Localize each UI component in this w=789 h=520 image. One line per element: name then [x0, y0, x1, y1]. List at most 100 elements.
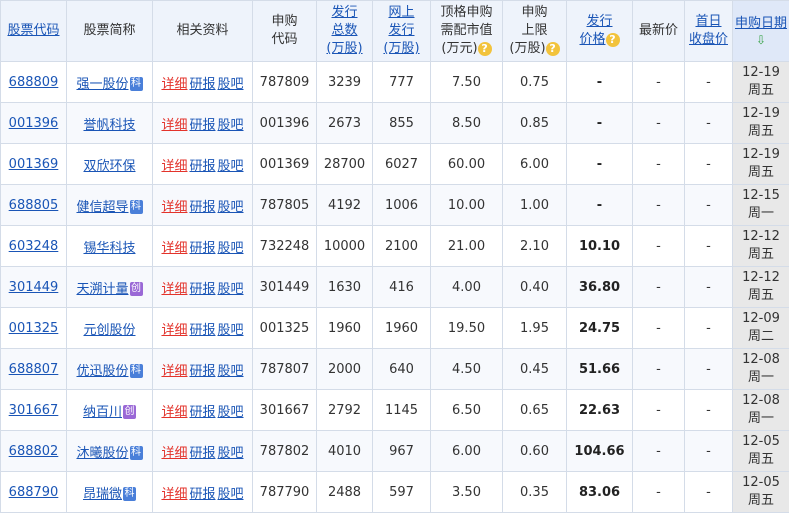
stock-name-cell[interactable]: 纳百川创 [66, 389, 153, 431]
research-report-link[interactable]: 研报 [189, 487, 215, 502]
total-issue-cell: 2673 [316, 102, 373, 144]
latest-price-cell: - [632, 143, 685, 185]
research-report-link[interactable]: 研报 [189, 77, 215, 92]
research-report-link[interactable]: 研报 [189, 118, 215, 133]
stock-code-link[interactable]: 688809 [9, 75, 59, 90]
research-report-link[interactable]: 研报 [189, 446, 215, 461]
detail-link[interactable]: 详细 [161, 159, 187, 174]
stock-code-link[interactable]: 688790 [9, 485, 59, 500]
stock-code-cell[interactable]: 301667 [0, 389, 67, 431]
stock-forum-link[interactable]: 股吧 [218, 200, 244, 215]
research-report-link[interactable]: 研报 [189, 405, 215, 420]
research-report-link[interactable]: 研报 [189, 200, 215, 215]
stock-code-link[interactable]: 301449 [9, 280, 59, 295]
header-first-close[interactable]: 首日 收盘价 [684, 0, 733, 62]
stock-forum-link[interactable]: 股吧 [218, 118, 244, 133]
market-value-cell: 4.00 [430, 266, 503, 308]
stock-name-cell[interactable]: 誉帆科技 [66, 102, 153, 144]
detail-link[interactable]: 详细 [161, 323, 187, 338]
stock-code-link[interactable]: 001369 [9, 157, 59, 172]
stock-code-link[interactable]: 301667 [9, 403, 59, 418]
market-value-cell: 6.50 [430, 389, 503, 431]
stock-name-cell[interactable]: 双欣环保 [66, 143, 153, 185]
help-icon[interactable]: ? [477, 41, 492, 56]
detail-link[interactable]: 详细 [161, 118, 187, 133]
stock-code-link[interactable]: 688807 [9, 362, 59, 377]
stock-name-cell[interactable]: 强一股份科 [66, 61, 153, 103]
stock-name-link[interactable]: 双欣环保 [83, 159, 135, 174]
research-report-link[interactable]: 研报 [189, 364, 215, 379]
header-online-issue[interactable]: 网上 发行 (万股) [372, 0, 431, 62]
apply-code-cell: 787790 [252, 471, 317, 513]
apply-limit-cell: 0.65 [502, 389, 567, 431]
stock-name-cell[interactable]: 锡华科技 [66, 225, 153, 267]
star-market-badge: 科 [129, 364, 143, 378]
stock-forum-link[interactable]: 股吧 [218, 405, 244, 420]
stock-name-link[interactable]: 优迅股份 [76, 364, 128, 379]
stock-code-cell[interactable]: 688802 [0, 430, 67, 472]
detail-link[interactable]: 详细 [161, 77, 187, 92]
stock-name-cell[interactable]: 沐曦股份科 [66, 430, 153, 472]
stock-forum-link[interactable]: 股吧 [218, 446, 244, 461]
stock-code-cell[interactable]: 301449 [0, 266, 67, 308]
stock-name-link[interactable]: 强一股份 [76, 77, 128, 92]
detail-link[interactable]: 详细 [161, 282, 187, 297]
stock-name-link[interactable]: 誉帆科技 [83, 118, 135, 133]
header-issue-price[interactable]: 发行 价格? [566, 0, 633, 62]
research-report-link[interactable]: 研报 [189, 241, 215, 256]
chinext-badge: 创 [129, 282, 143, 296]
stock-forum-link[interactable]: 股吧 [218, 323, 244, 338]
stock-code-link[interactable]: 688805 [9, 198, 59, 213]
detail-link[interactable]: 详细 [161, 364, 187, 379]
stock-code-cell[interactable]: 001325 [0, 307, 67, 349]
header-stock-code[interactable]: 股票代码 [0, 0, 67, 62]
total-issue-cell: 10000 [316, 225, 373, 267]
stock-code-cell[interactable]: 001369 [0, 143, 67, 185]
detail-link[interactable]: 详细 [161, 241, 187, 256]
stock-code-cell[interactable]: 688790 [0, 471, 67, 513]
stock-name-link[interactable]: 健信超导 [76, 200, 128, 215]
stock-code-cell[interactable]: 603248 [0, 225, 67, 267]
stock-name-link[interactable]: 锡华科技 [83, 241, 135, 256]
stock-name-cell[interactable]: 元创股份 [66, 307, 153, 349]
stock-name-link[interactable]: 沐曦股份 [76, 446, 128, 461]
apply-limit-cell: 0.60 [502, 430, 567, 472]
stock-forum-link[interactable]: 股吧 [218, 241, 244, 256]
help-icon[interactable]: ? [545, 41, 560, 56]
related-links: 详细 研报 股吧 [152, 430, 253, 472]
apply-limit-cell: 6.00 [502, 143, 567, 185]
stock-forum-link[interactable]: 股吧 [218, 487, 244, 502]
stock-code-link[interactable]: 688802 [9, 444, 59, 459]
header-apply-date[interactable]: 申购日期 ⇩ [732, 0, 789, 62]
stock-name-cell[interactable]: 优迅股份科 [66, 348, 153, 390]
detail-link[interactable]: 详细 [161, 487, 187, 502]
stock-name-link[interactable]: 昂瑞微 [83, 487, 122, 502]
stock-name-link[interactable]: 纳百川 [83, 405, 122, 420]
stock-name-link[interactable]: 元创股份 [83, 323, 135, 338]
stock-code-cell[interactable]: 001396 [0, 102, 67, 144]
stock-forum-link[interactable]: 股吧 [218, 77, 244, 92]
detail-link[interactable]: 详细 [161, 200, 187, 215]
stock-name-link[interactable]: 天溯计量 [76, 282, 128, 297]
stock-code-cell[interactable]: 688809 [0, 61, 67, 103]
stock-forum-link[interactable]: 股吧 [218, 364, 244, 379]
detail-link[interactable]: 详细 [161, 405, 187, 420]
stock-name-cell[interactable]: 昂瑞微科 [66, 471, 153, 513]
stock-code-link[interactable]: 603248 [9, 239, 59, 254]
stock-name-cell[interactable]: 天溯计量创 [66, 266, 153, 308]
detail-link[interactable]: 详细 [161, 446, 187, 461]
help-icon[interactable]: ? [605, 32, 620, 47]
header-total-issue[interactable]: 发行 总数 (万股) [316, 0, 373, 62]
research-report-link[interactable]: 研报 [189, 282, 215, 297]
stock-forum-link[interactable]: 股吧 [218, 282, 244, 297]
stock-code-cell[interactable]: 688805 [0, 184, 67, 226]
stock-code-link[interactable]: 001396 [9, 116, 59, 131]
stock-name-cell[interactable]: 健信超导科 [66, 184, 153, 226]
apply-limit-cell: 1.95 [502, 307, 567, 349]
research-report-link[interactable]: 研报 [189, 323, 215, 338]
research-report-link[interactable]: 研报 [189, 159, 215, 174]
stock-code-cell[interactable]: 688807 [0, 348, 67, 390]
stock-forum-link[interactable]: 股吧 [218, 159, 244, 174]
stock-code-link[interactable]: 001325 [9, 321, 59, 336]
star-market-badge: 科 [129, 200, 143, 214]
